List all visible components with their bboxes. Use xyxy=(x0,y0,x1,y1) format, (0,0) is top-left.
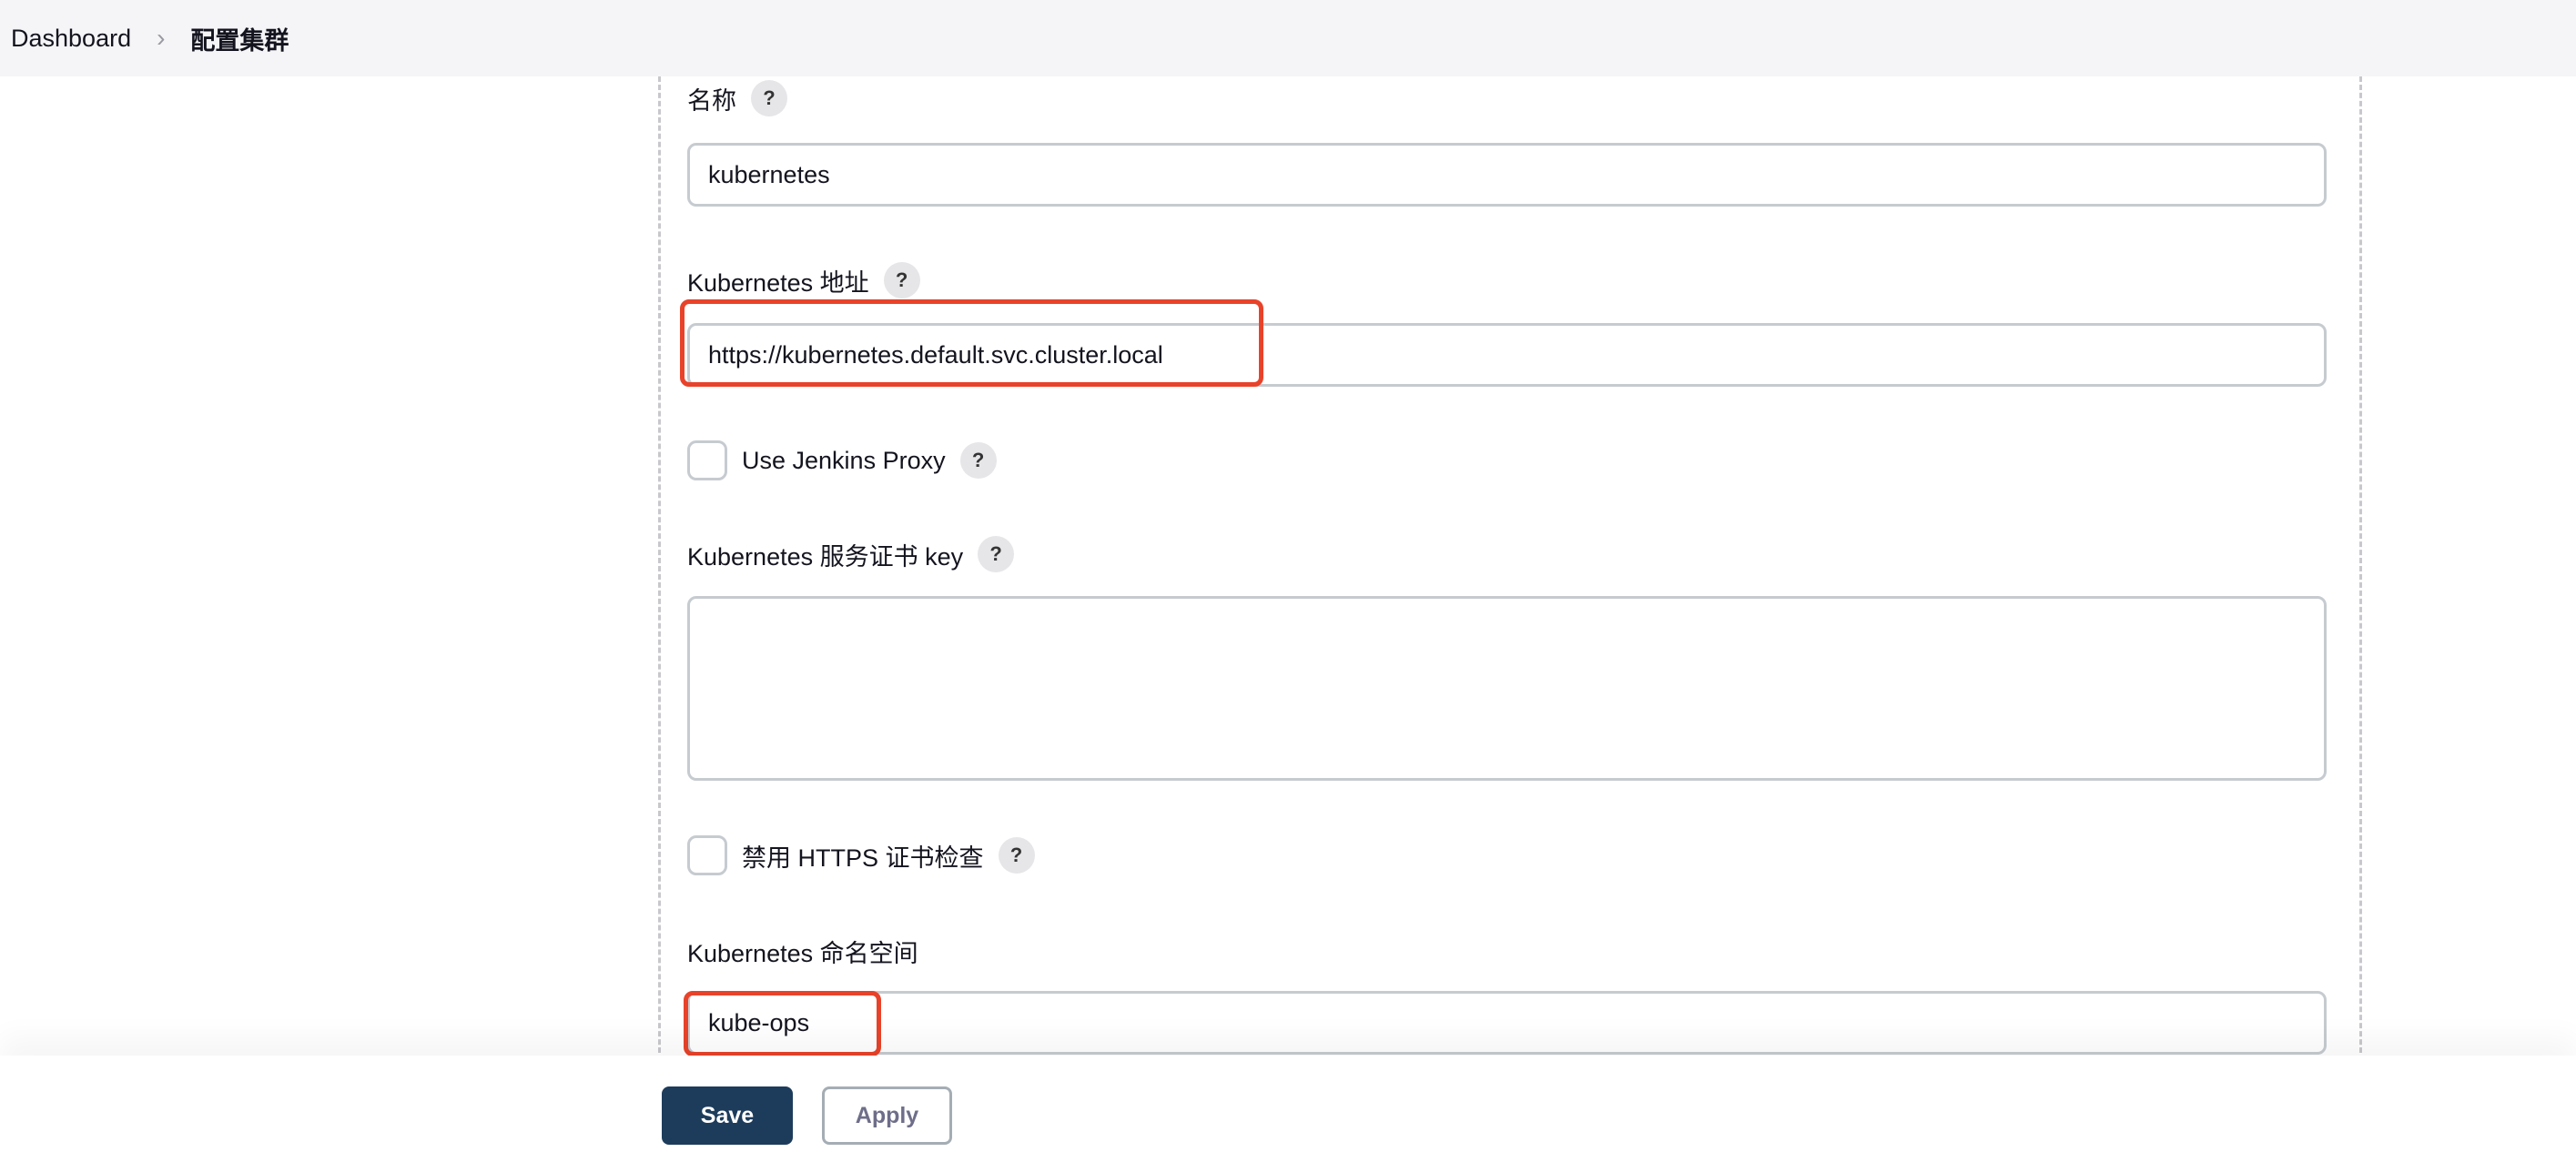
skip-tls-checkbox[interactable] xyxy=(687,835,727,875)
section-border-right xyxy=(2359,76,2362,1061)
k8s-url-label-text: Kubernetes 地址 xyxy=(687,268,869,297)
namespace-label-text: Kubernetes 命名空间 xyxy=(687,940,918,967)
use-proxy-checkbox[interactable] xyxy=(687,440,727,480)
section-border-left xyxy=(658,76,661,1061)
skip-tls-label[interactable]: 禁用 HTTPS 证书检查 xyxy=(742,838,984,874)
name-input[interactable]: kubernetes xyxy=(687,143,2327,207)
breadcrumb: Dashboard › 配置集群 xyxy=(0,0,2576,76)
namespace-label: Kubernetes 命名空间 xyxy=(687,934,918,969)
use-proxy-label[interactable]: Use Jenkins Proxy xyxy=(742,447,946,475)
breadcrumb-dashboard[interactable]: Dashboard xyxy=(11,25,131,53)
help-icon[interactable]: ? xyxy=(978,536,1015,572)
help-icon[interactable]: ? xyxy=(883,262,920,298)
k8s-url-label: Kubernetes 地址? xyxy=(687,262,920,298)
skip-tls-row: 禁用 HTTPS 证书检查? xyxy=(687,835,1035,875)
server-cert-label-text: Kubernetes 服务证书 key xyxy=(687,542,964,571)
apply-button[interactable]: Apply xyxy=(822,1086,952,1145)
namespace-input[interactable]: kube-ops xyxy=(687,991,2327,1055)
chevron-right-icon: › xyxy=(157,24,166,52)
help-icon[interactable]: ? xyxy=(959,442,997,479)
save-button[interactable]: Save xyxy=(662,1086,793,1145)
k8s-url-input[interactable]: https://kubernetes.default.svc.cluster.l… xyxy=(687,323,2327,387)
bottom-action-bar xyxy=(0,1056,2576,1152)
name-label: 名称? xyxy=(687,80,787,116)
use-proxy-row: Use Jenkins Proxy? xyxy=(687,440,997,480)
name-label-text: 名称 xyxy=(687,86,736,115)
help-icon[interactable]: ? xyxy=(998,837,1035,874)
help-icon[interactable]: ? xyxy=(751,80,787,116)
breadcrumb-current: 配置集群 xyxy=(190,26,289,55)
server-cert-label: Kubernetes 服务证书 key? xyxy=(687,536,1015,572)
server-cert-textarea[interactable] xyxy=(687,596,2327,781)
